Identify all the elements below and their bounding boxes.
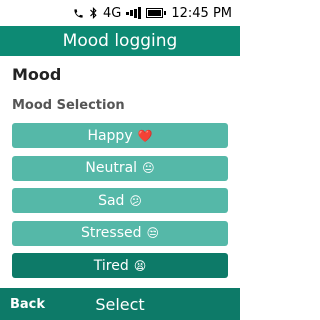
softkey-bar: Back Select [0,288,240,320]
mood-option-tired[interactable]: Tired 😫 [12,253,228,278]
mood-option-neutral[interactable]: Neutral 😐 [12,155,228,181]
heart-icon: ❤️ [137,128,153,143]
confused-face-icon: 😕 [129,193,142,208]
network-label: 4G [102,5,122,21]
mood-label: Tired [93,257,129,274]
tired-face-icon: 😫 [133,258,147,273]
mood-option-happy[interactable]: Happy ❤️ [12,123,228,148]
phone-icon [73,8,84,19]
signal-icon [126,7,142,19]
page-title: Mood logging [62,31,178,51]
neutral-face-icon: 😐 [142,161,155,175]
section-title: Mood [12,65,62,84]
select-softkey[interactable]: Select [0,295,240,314]
mood-label: Stressed [80,225,142,241]
mood-label: Happy [87,127,133,144]
battery-icon [146,8,167,18]
section-subtitle: Mood Selection [12,98,125,113]
status-bar: 4G 12:45 PM [0,0,240,26]
mood-option-sad[interactable]: Sad 😕 [12,188,228,213]
app-header: Mood logging [0,26,240,56]
mood-label: Neutral [85,160,138,176]
mood-list: Happy ❤️ Neutral 😐 Sad 😕 Stressed 😒 Tire… [12,123,228,286]
unamused-face-icon: 😒 [146,226,160,240]
clock: 12:45 PM [171,5,232,21]
mood-label: Sad [98,192,125,209]
bluetooth-icon [89,7,98,19]
mood-option-stressed[interactable]: Stressed 😒 [12,220,228,246]
